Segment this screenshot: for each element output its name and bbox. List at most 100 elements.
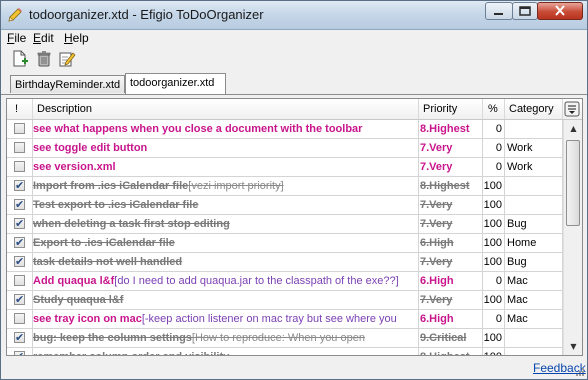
percent-cell[interactable]: 0 — [483, 120, 505, 138]
percent-cell[interactable]: 100 — [483, 215, 505, 233]
table-row[interactable]: bug: keep the column settings[How to rep… — [7, 329, 563, 348]
table-row[interactable]: when deleting a task first stop editing 7… — [7, 215, 563, 234]
priority-cell[interactable]: 8.Highest — [419, 120, 483, 138]
done-checkbox[interactable] — [14, 161, 25, 172]
category-cell[interactable] — [505, 329, 563, 347]
done-checkbox[interactable] — [14, 196, 25, 214]
category-cell[interactable]: Bug — [505, 253, 563, 271]
description-cell[interactable]: see what happens when you close a docume… — [33, 120, 419, 138]
category-cell[interactable] — [505, 196, 563, 214]
percent-cell[interactable]: 0 — [483, 310, 505, 328]
table-row[interactable]: see toggle edit button 7.Very 0 Work — [7, 139, 563, 158]
table-row[interactable]: see version.xml 7.Very 0 Work — [7, 158, 563, 177]
description-cell[interactable]: remember column order and visibility — [33, 348, 419, 355]
percent-cell[interactable]: 100 — [483, 348, 505, 355]
category-cell[interactable]: Mac — [505, 272, 563, 290]
delete-task-button[interactable] — [35, 50, 53, 68]
resize-grip-icon[interactable] — [573, 367, 585, 379]
description-cell[interactable]: Import from .ics iCalendar file[vezi imp… — [33, 177, 419, 195]
done-checkbox[interactable] — [14, 142, 25, 153]
done-checkbox[interactable] — [14, 215, 25, 233]
table-row[interactable]: Export to .ics iCalendar file 6.High100Ho… — [7, 234, 563, 253]
percent-cell[interactable]: 0 — [483, 139, 505, 157]
column-header-done[interactable]: ! — [7, 99, 33, 119]
tab-birthdayreminder[interactable]: BirthdayReminder.xtd — [10, 75, 125, 93]
description-cell[interactable]: Export to .ics iCalendar file — [33, 234, 419, 252]
column-header-percent[interactable]: % — [483, 99, 505, 119]
table-row[interactable]: Add quaqua l&f[do I need to add quaqua.j… — [7, 272, 563, 291]
category-cell[interactable]: Home — [505, 234, 563, 252]
percent-cell[interactable]: 100 — [483, 234, 505, 252]
category-cell[interactable]: Work — [505, 158, 563, 176]
edit-task-button[interactable] — [58, 50, 76, 68]
maximize-button[interactable] — [512, 2, 538, 20]
done-checkbox[interactable] — [14, 253, 25, 271]
done-checkbox[interactable] — [14, 275, 25, 286]
done-checkbox[interactable] — [14, 123, 25, 134]
scroll-thumb[interactable] — [566, 140, 580, 226]
column-header-priority[interactable]: Priority — [419, 99, 483, 119]
percent-cell[interactable]: 0 — [483, 272, 505, 290]
category-cell[interactable]: Bug — [505, 215, 563, 233]
priority-cell[interactable]: 6.High — [419, 234, 483, 252]
done-checkbox[interactable] — [14, 313, 25, 324]
category-cell[interactable]: Mac — [505, 291, 563, 309]
done-checkbox[interactable] — [14, 177, 25, 195]
menu-file[interactable]: File — [7, 31, 26, 45]
description-cell[interactable]: Study quaqua l&f — [33, 291, 419, 309]
priority-cell[interactable]: 7.Very — [419, 253, 483, 271]
close-button[interactable] — [537, 2, 583, 20]
description-cell[interactable]: see toggle edit button — [33, 139, 419, 157]
category-cell[interactable] — [505, 177, 563, 195]
priority-cell[interactable]: 7.Very — [419, 139, 483, 157]
priority-cell[interactable]: 6.High — [419, 272, 483, 290]
column-picker-button[interactable] — [563, 99, 582, 119]
done-checkbox[interactable] — [14, 291, 25, 309]
category-cell[interactable] — [505, 348, 563, 355]
percent-cell[interactable]: 100 — [483, 329, 505, 347]
table-row[interactable]: task details not well handled 7.Very100Bu… — [7, 253, 563, 272]
category-cell[interactable] — [505, 120, 563, 138]
scroll-down-arrow-icon[interactable]: ▼ — [565, 338, 582, 355]
priority-cell[interactable]: 7.Very — [419, 158, 483, 176]
description-cell[interactable]: task details not well handled — [33, 253, 419, 271]
percent-cell[interactable]: 100 — [483, 253, 505, 271]
percent-cell[interactable]: 100 — [483, 196, 505, 214]
percent-cell[interactable]: 100 — [483, 291, 505, 309]
minimize-button[interactable] — [485, 2, 513, 20]
new-task-button[interactable] — [11, 50, 29, 68]
menu-edit[interactable]: Edit — [33, 31, 54, 45]
table-row[interactable]: Study quaqua l&f 7.Very100Mac — [7, 291, 563, 310]
category-cell[interactable]: Work — [505, 139, 563, 157]
priority-cell[interactable]: 8.Highest — [419, 348, 483, 355]
description-cell[interactable]: Add quaqua l&f[do I need to add quaqua.j… — [33, 272, 419, 290]
priority-cell[interactable]: 7.Very — [419, 215, 483, 233]
table-row[interactable]: remember column order and visibility 8.Hi… — [7, 348, 563, 355]
priority-cell[interactable]: 9.Critical — [419, 329, 483, 347]
priority-cell[interactable]: 6.High — [419, 310, 483, 328]
table-row[interactable]: Test export to .ics iCalendar file 7.Very… — [7, 196, 563, 215]
category-cell[interactable]: Mac — [505, 310, 563, 328]
table-row[interactable]: Import from .ics iCalendar file[vezi imp… — [7, 177, 563, 196]
column-header-description[interactable]: Description — [33, 99, 419, 119]
priority-cell[interactable]: 7.Very — [419, 196, 483, 214]
done-checkbox[interactable] — [14, 348, 25, 355]
description-cell[interactable]: Test export to .ics iCalendar file — [33, 196, 419, 214]
description-cell[interactable]: see version.xml — [33, 158, 419, 176]
description-cell[interactable]: bug: keep the column settings[How to rep… — [33, 329, 419, 347]
column-header-category[interactable]: Category — [505, 99, 563, 119]
title-bar[interactable]: todoorganizer.xtd - Efigio ToDoOrganizer — [1, 1, 587, 30]
table-row[interactable]: see what happens when you close a docume… — [7, 120, 563, 139]
description-cell[interactable]: when deleting a task first stop editing — [33, 215, 419, 233]
vertical-scrollbar[interactable]: ▲ ▼ — [563, 120, 582, 355]
menu-help[interactable]: Help — [64, 31, 89, 45]
percent-cell[interactable]: 0 — [483, 158, 505, 176]
priority-cell[interactable]: 7.Very — [419, 291, 483, 309]
done-checkbox[interactable] — [14, 234, 25, 252]
table-row[interactable]: see tray icon on mac[-keep action listen… — [7, 310, 563, 329]
description-cell[interactable]: see tray icon on mac[-keep action listen… — [33, 310, 419, 328]
tab-todoorganizer[interactable]: todoorganizer.xtd — [125, 73, 226, 94]
priority-cell[interactable]: 8.Highest — [419, 177, 483, 195]
scroll-up-arrow-icon[interactable]: ▲ — [565, 120, 582, 137]
percent-cell[interactable]: 100 — [483, 177, 505, 195]
